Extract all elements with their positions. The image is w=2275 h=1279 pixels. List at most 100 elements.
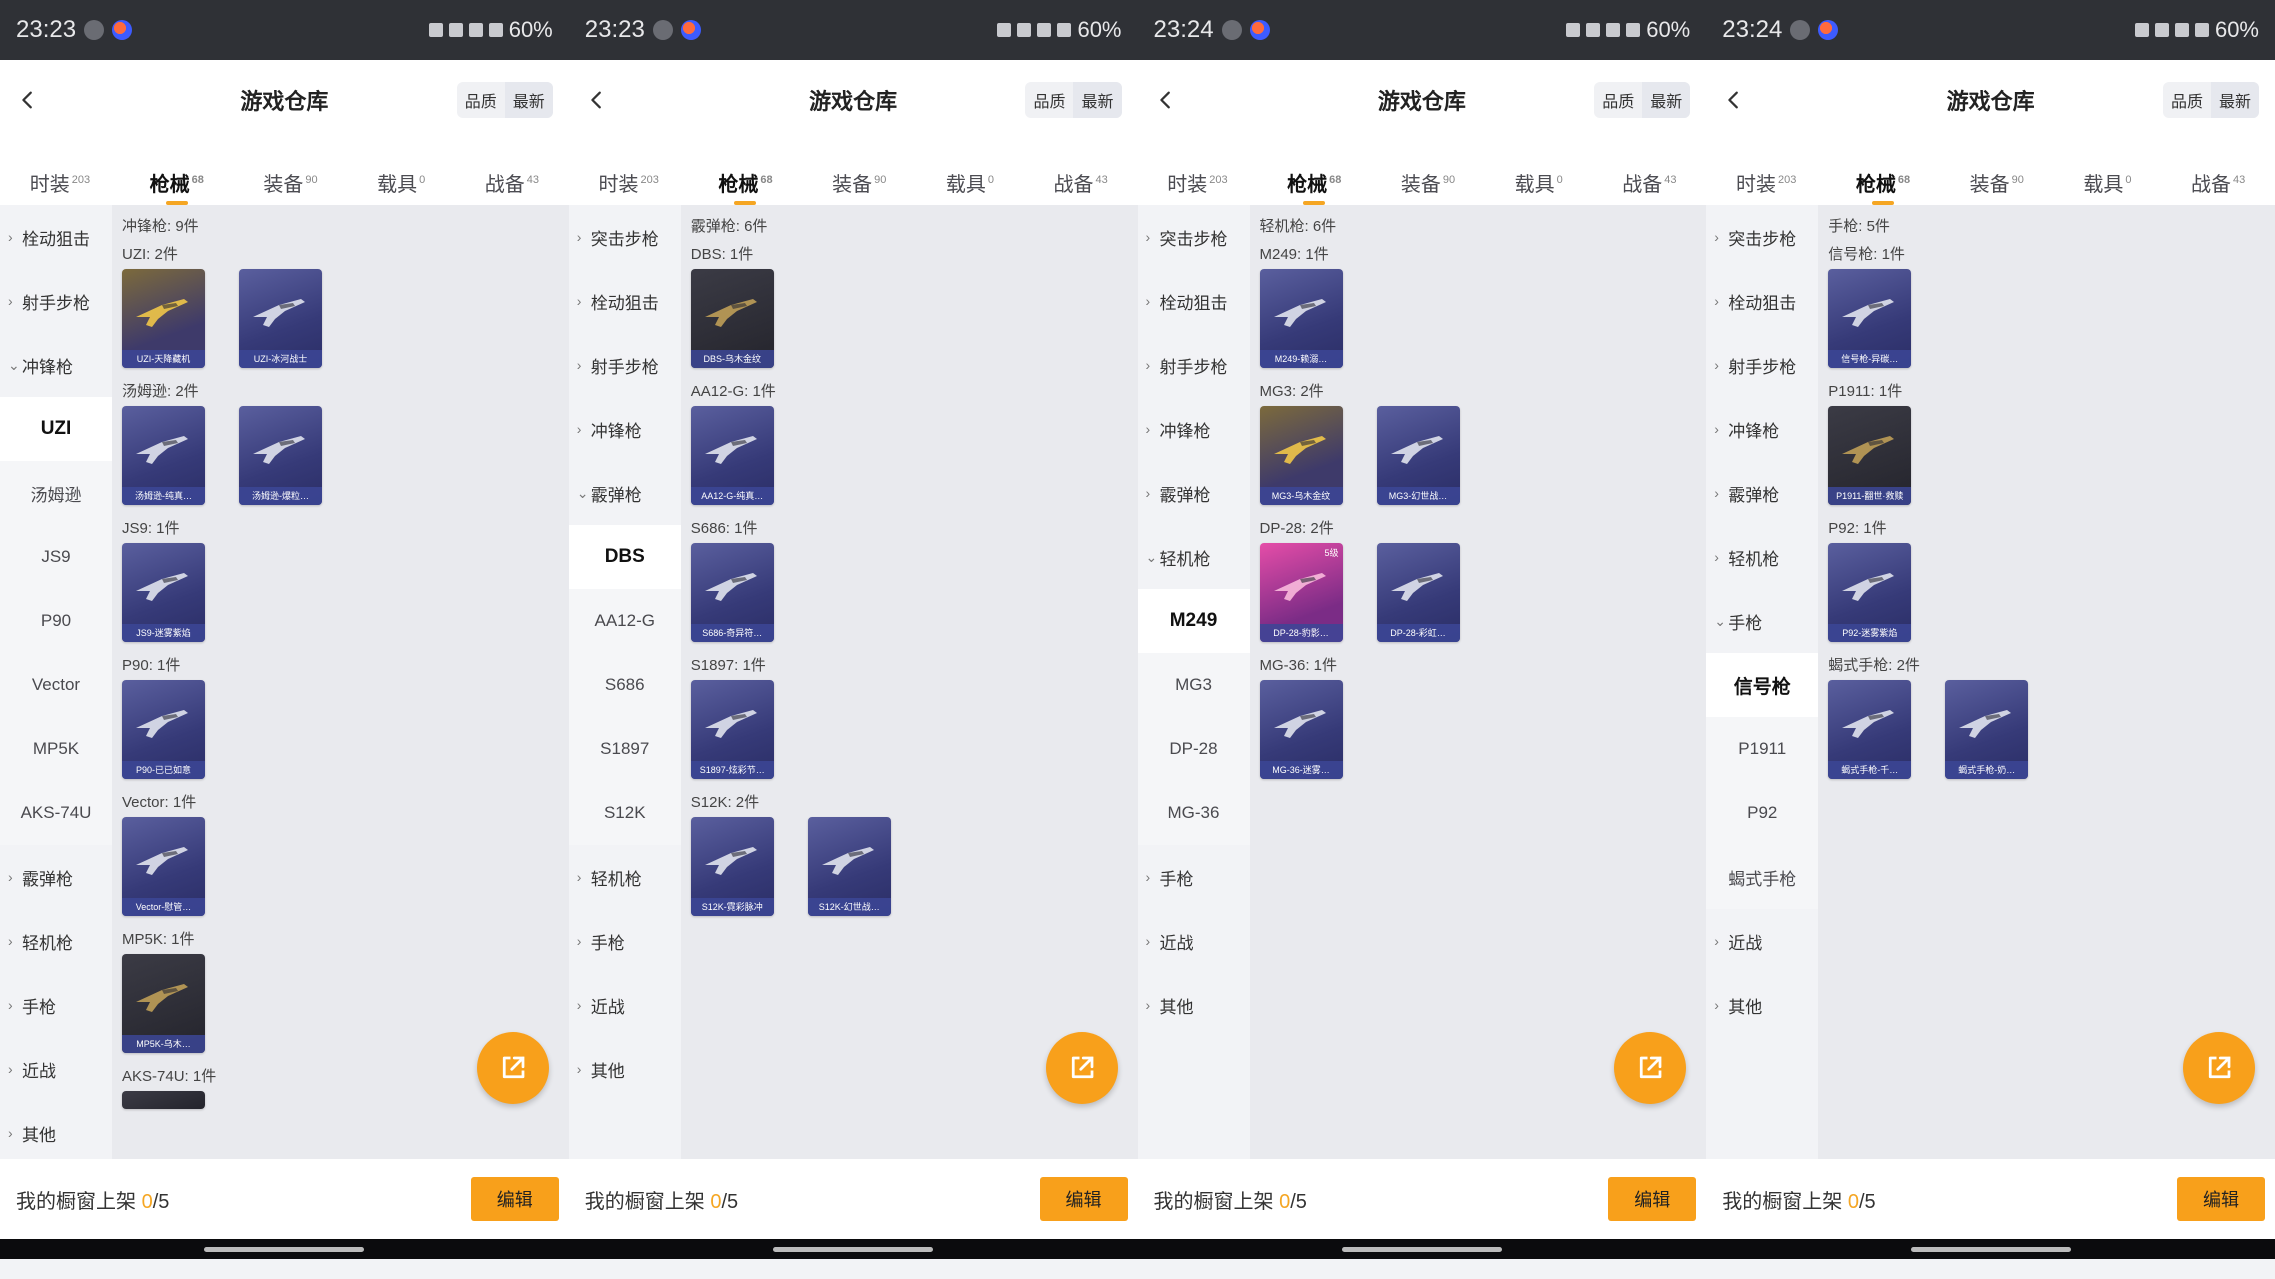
weapon-skin-card[interactable]: MP5K-乌木… [122,954,205,1053]
sidebar-category[interactable]: › 冲锋枪 [1138,397,1250,461]
weapon-skin-card[interactable]: UZI-天降藏机 [122,269,205,368]
sidebar-category[interactable]: › 霰弹枪 [1706,461,1818,525]
sidebar-category[interactable]: ⌄ 冲锋枪 [0,333,112,397]
sidebar-subitem[interactable]: Vector [0,653,112,717]
sidebar-category[interactable]: › 其他 [0,1101,112,1165]
weapon-skin-card[interactable]: M249-赖溺… [1259,269,1343,368]
tab-2[interactable]: 枪械 68 [150,168,204,197]
sidebar-subitem[interactable]: M249 [1137,589,1250,653]
sidebar-category[interactable]: › 霰弹枪 [0,845,112,909]
sidebar-category[interactable]: › 近战 [0,1037,112,1101]
weapon-skin-card[interactable]: S1897-炫彩节… [690,680,774,779]
edit-button[interactable]: 编辑 [470,1177,559,1221]
weapon-skin-card[interactable]: AA12-G-纯真… [690,406,774,505]
weapon-skin-card[interactable]: Vector-慰管… [122,817,205,916]
tab-4[interactable]: 载具 0 [946,168,994,197]
sidebar-subitem[interactable]: UZI [0,397,112,461]
tab-1[interactable]: 时装 203 [1736,168,1796,197]
sidebar-subitem[interactable]: MP5K [0,717,112,781]
sidebar-category[interactable]: › 其他 [1138,973,1250,1037]
sidebar-subitem[interactable]: P90 [0,589,112,653]
sidebar-category[interactable]: › 手枪 [569,909,681,973]
weapon-skin-card[interactable]: DBS-乌木金纹 [690,269,774,368]
tab-3[interactable]: 装备 90 [832,168,886,197]
tab-4[interactable]: 载具 0 [377,168,425,197]
tab-1[interactable]: 时装 203 [1167,168,1227,197]
sidebar-category[interactable]: › 霰弹枪 [1138,461,1250,525]
sidebar-subitem[interactable]: S686 [568,653,681,717]
weapon-skin-card[interactable]: S686-奇异符… [690,543,774,642]
sort-latest-button[interactable]: 最新 [1073,82,1122,118]
sort-latest-button[interactable]: 最新 [504,82,553,118]
sidebar-category[interactable]: › 栓动狙击 [569,269,681,333]
weapon-skin-card[interactable]: DP-28-彩虹… [1376,543,1460,642]
sidebar-category[interactable]: › 冲锋枪 [1706,397,1818,461]
sidebar-category[interactable]: › 其他 [569,1037,681,1101]
sidebar-category[interactable]: › 射手步枪 [1138,333,1250,397]
sidebar-category[interactable]: › 栓动狙击 [1138,269,1250,333]
weapon-skin-card[interactable]: MG-36-迷雾… [1259,680,1343,779]
sidebar-subitem[interactable]: S1897 [568,717,681,781]
sidebar-category[interactable]: › 手枪 [0,973,112,1037]
sidebar-category[interactable]: ⌄ 霰弹枪 [569,461,681,525]
tab-5[interactable]: 战备 43 [485,168,539,197]
tab-3[interactable]: 装备 90 [263,168,317,197]
tab-5[interactable]: 战备 43 [1622,168,1676,197]
sidebar-category[interactable]: › 射手步枪 [1706,333,1818,397]
sidebar-subitem[interactable]: 汤姆逊 [0,461,112,525]
tab-4[interactable]: 载具 0 [2083,168,2131,197]
back-button[interactable] [579,82,615,118]
sidebar-subitem[interactable]: 蝎式手枪 [1706,845,1819,909]
sidebar-category[interactable]: › 手枪 [1138,845,1250,909]
tab-5[interactable]: 战备 43 [2191,168,2245,197]
sort-quality-button[interactable]: 品质 [457,82,505,118]
sidebar-category[interactable]: › 突击步枪 [569,205,681,269]
weapon-skin-card[interactable] [122,1091,205,1109]
sort-quality-button[interactable]: 品质 [2163,82,2211,118]
sidebar-subitem[interactable]: DBS [568,525,681,589]
tab-2[interactable]: 枪械 68 [1856,168,1910,197]
sidebar-category[interactable]: › 突击步枪 [1706,205,1818,269]
sidebar-subitem[interactable]: MG-36 [1137,781,1250,845]
sidebar-subitem[interactable]: AA12-G [568,589,681,653]
sidebar-subitem[interactable]: S12K [568,781,681,845]
weapon-skin-card[interactable]: MG3-幻世战… [1376,406,1460,505]
tab-2[interactable]: 枪械 68 [718,168,772,197]
sidebar-category[interactable]: › 轻机枪 [0,909,112,973]
sidebar-category[interactable]: › 近战 [569,973,681,1037]
edit-button[interactable]: 编辑 [1039,1177,1128,1221]
sidebar-category[interactable]: › 栓动狙击 [1706,269,1818,333]
sidebar-category[interactable]: › 轻机枪 [569,845,681,909]
share-button[interactable] [1045,1032,1118,1104]
sidebar-category[interactable]: › 射手步枪 [0,269,112,333]
sidebar-subitem[interactable]: 信号枪 [1706,653,1819,717]
tab-3[interactable]: 装备 90 [1401,168,1455,197]
weapon-skin-card[interactable]: 信号枪-异碳… [1828,269,1912,368]
sort-latest-button[interactable]: 最新 [2210,82,2259,118]
weapon-skin-card[interactable]: S12K-霓彩脉冲 [690,817,774,916]
sidebar-category[interactable]: › 轻机枪 [1706,525,1818,589]
weapon-skin-card[interactable]: S12K-幻世战… [807,817,891,916]
back-button[interactable] [10,82,46,118]
sidebar-subitem[interactable]: MG3 [1137,653,1250,717]
weapon-skin-card[interactable]: JS9-迷雾紫焰 [122,543,205,642]
sidebar-category[interactable]: › 栓动狙击 [0,205,112,269]
tab-2[interactable]: 枪械 68 [1287,168,1341,197]
sidebar-category[interactable]: ⌄ 轻机枪 [1138,525,1250,589]
sidebar-category[interactable]: › 其他 [1706,973,1818,1037]
weapon-skin-card[interactable]: P1911-翻世·救赎 [1828,406,1912,505]
tab-3[interactable]: 装备 90 [1970,168,2024,197]
tab-5[interactable]: 战备 43 [1053,168,1107,197]
weapon-skin-card[interactable]: 汤姆逊-纯真… [122,406,205,505]
edit-button[interactable]: 编辑 [1608,1177,1697,1221]
back-button[interactable] [1716,82,1752,118]
weapon-skin-card[interactable]: MG3-乌木金纹 [1259,406,1343,505]
weapon-skin-card[interactable]: 蝎式手枪-千… [1828,680,1912,779]
sort-quality-button[interactable]: 品质 [1025,82,1073,118]
sidebar-category[interactable]: › 近战 [1706,909,1818,973]
sort-quality-button[interactable]: 品质 [1594,82,1642,118]
edit-button[interactable]: 编辑 [2177,1177,2265,1221]
sidebar-category[interactable]: › 射手步枪 [569,333,681,397]
sidebar-subitem[interactable]: JS9 [0,525,112,589]
weapon-skin-card[interactable]: 蝎式手枪-奶… [1945,680,2029,779]
